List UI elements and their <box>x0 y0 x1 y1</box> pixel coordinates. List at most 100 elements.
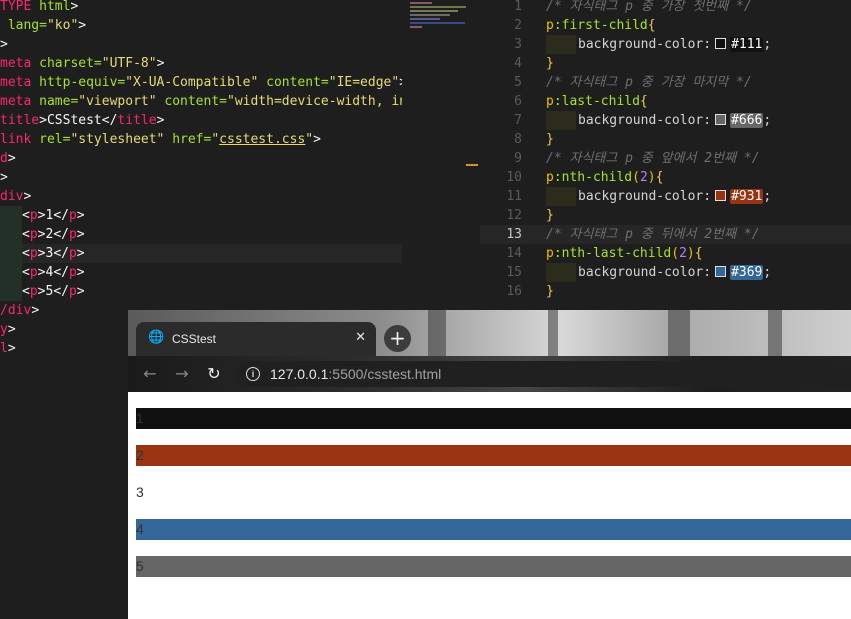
css-code-line[interactable]: 2 p:first-child{ <box>480 16 851 35</box>
css-code-line[interactable]: 7 background-color: #666; <box>480 111 851 130</box>
code-comment: /* 자식태그 p 중 가장 첫번째 */ <box>546 0 752 14</box>
html-code-line[interactable]: > <box>0 35 8 54</box>
css-code-line[interactable]: 14 p:nth-last-child(2){ <box>480 244 851 263</box>
minimap[interactable] <box>402 0 480 310</box>
css-code-line[interactable]: 10 p:nth-child(2){ <box>480 168 851 187</box>
code-token: > <box>156 56 165 71</box>
line-number: 5 <box>514 75 522 90</box>
code-token: CSStest <box>46 113 102 128</box>
css-code-line[interactable]: 16} <box>480 282 851 301</box>
html-code-line[interactable]: <p>1</p> <box>0 206 85 225</box>
code-token: </ <box>53 208 69 223</box>
line-number: 8 <box>514 132 522 147</box>
code-token: " <box>305 132 314 147</box>
globe-icon: 🌐 <box>148 330 165 345</box>
line-number: 10 <box>506 170 522 185</box>
code-token: > <box>7 341 16 356</box>
html-code-line[interactable]: l> <box>0 339 16 358</box>
code-token: csstest.css <box>219 132 306 147</box>
code-token: > <box>31 303 40 318</box>
url-text[interactable]: 127.0.0.1:5500/csstest.html <box>270 365 441 383</box>
css-code-line[interactable]: 12} <box>480 206 851 225</box>
css-selector: p <box>546 170 554 185</box>
line-number: 2 <box>514 18 522 33</box>
code-brace: } <box>546 208 554 223</box>
code-token: "viewport" <box>78 94 165 109</box>
html-code-line[interactable]: link rel="stylesheet" href="csstest.css"… <box>0 130 321 149</box>
code-token: "X-UA-Compatible" <box>125 75 267 90</box>
browser-window: 🌐 CSStest ✕ + ← → ↻ i 127.0.0.1:5500/css… <box>128 310 851 619</box>
code-comment: /* 자식태그 p 중 앞에서 2번째 */ <box>546 151 760 166</box>
code-token: < <box>22 208 30 223</box>
line-number: 6 <box>514 94 522 109</box>
code-token: </ <box>53 246 69 261</box>
code-token: p <box>68 227 77 242</box>
css-code-line[interactable]: 15 background-color: #369; <box>480 263 851 282</box>
forward-arrow-icon[interactable]: → <box>172 364 192 384</box>
code-brace: { <box>647 18 656 33</box>
code-token: title <box>0 113 40 128</box>
html-code-line[interactable]: meta charset="UTF-8"> <box>0 54 164 73</box>
css-code-line[interactable]: 1 /* 자식태그 p 중 가장 첫번째 */ <box>480 0 851 16</box>
html-code-line[interactable]: y> <box>0 320 16 339</box>
html-code-line[interactable]: title>CSStest</title> <box>0 111 164 130</box>
css-code-line[interactable]: 3 background-color: #111; <box>480 35 851 54</box>
css-pseudo-class: :nth-child <box>553 170 633 185</box>
code-brace: { <box>639 94 648 109</box>
code-semicolon: ; <box>763 37 772 52</box>
code-token: > <box>78 18 87 33</box>
tab-csstest[interactable]: 🌐 CSStest ✕ <box>136 322 376 356</box>
css-code-line[interactable]: 4} <box>480 54 851 73</box>
code-token: > <box>76 284 85 299</box>
css-code-line[interactable]: 5 /* 자식태그 p 중 가장 마지막 */ <box>480 73 851 92</box>
html-code-line[interactable]: lang="ko"> <box>0 16 86 35</box>
indent-guide <box>546 35 576 54</box>
css-code-line[interactable]: 9 /* 자식태그 p 중 앞에서 2번째 */ <box>480 149 851 168</box>
html-code-line[interactable]: /div> <box>0 301 39 320</box>
html-code-line[interactable]: meta name="viewport" content="width=devi… <box>0 92 402 111</box>
tab-strip: 🌐 CSStest ✕ + <box>128 310 851 356</box>
html-code-line[interactable]: TYPE html> <box>0 0 78 16</box>
css-code-line[interactable]: 13 /* 자식태그 p 중 뒤에서 2번째 */ <box>480 225 851 244</box>
code-token: charset= <box>39 56 102 71</box>
code-token: lang= <box>0 18 47 33</box>
html-code-line[interactable]: div> <box>0 187 31 206</box>
new-tab-button[interactable]: + <box>384 325 411 352</box>
code-token: < <box>22 246 30 261</box>
css-code-line[interactable]: 11 background-color: #931; <box>480 187 851 206</box>
indent-guide <box>0 206 22 225</box>
html-code-line[interactable]: <p>3</p> <box>0 244 402 263</box>
address-bar[interactable]: i 127.0.0.1:5500/csstest.html <box>236 361 851 387</box>
code-token: > <box>313 132 321 147</box>
code-comment: /* 자식태그 p 중 가장 마지막 */ <box>546 75 752 90</box>
back-arrow-icon[interactable]: ← <box>140 364 160 384</box>
code-token: </ <box>53 265 69 280</box>
minimap-line <box>410 14 450 16</box>
line-number: 13 <box>506 227 522 242</box>
css-property: background-color: <box>578 113 712 128</box>
css-code-line[interactable]: 8} <box>480 130 851 149</box>
html-code-line[interactable]: <p>2</p> <box>0 225 85 244</box>
reload-icon[interactable]: ↻ <box>204 364 224 384</box>
code-token: > <box>76 208 85 223</box>
close-icon[interactable]: ✕ <box>355 330 366 346</box>
minimap-line <box>410 6 466 8</box>
info-icon[interactable]: i <box>246 367 260 381</box>
html-code-line[interactable]: > <box>0 168 8 187</box>
html-code-line[interactable]: d> <box>0 149 16 168</box>
code-token: meta <box>0 56 40 71</box>
html-code-line[interactable]: <p>4</p> <box>0 263 85 282</box>
code-token: p <box>29 246 38 261</box>
page-paragraph: 5 <box>136 556 851 577</box>
page-viewport: 1 2 3 4 5 <box>128 392 851 619</box>
line-number: 1 <box>514 0 522 14</box>
indent-guide <box>0 244 22 263</box>
css-editor[interactable]: 1 /* 자식태그 p 중 가장 첫번째 */ 2 p:first-child{3 ba… <box>480 0 851 310</box>
code-token: < <box>22 284 30 299</box>
code-token: content= <box>164 94 227 109</box>
html-code-line[interactable]: meta http-equiv="X-UA-Compatible" conten… <box>0 73 402 92</box>
code-paren: ) <box>647 170 656 185</box>
css-code-line[interactable]: 6 p:last-child{ <box>480 92 851 111</box>
code-token: </ <box>53 284 69 299</box>
html-code-line[interactable]: <p>5</p> <box>0 282 85 301</box>
